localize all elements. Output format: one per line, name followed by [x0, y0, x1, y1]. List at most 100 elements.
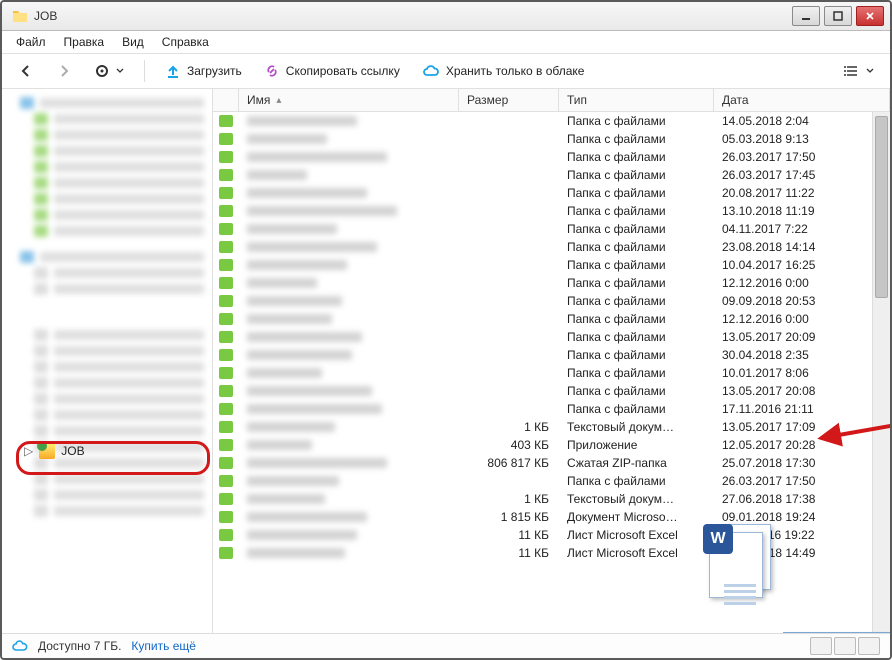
sync-status-icon: [219, 115, 233, 127]
file-type: Папка с файлами: [559, 348, 714, 362]
sync-status-icon: [219, 187, 233, 199]
file-row[interactable]: 11 КБЛист Microsoft Excel16.11.2016 19:2…: [213, 526, 890, 544]
cloud-only-button[interactable]: Хранить только в облаке: [414, 60, 593, 82]
file-row[interactable]: Папка с файлами13.05.2017 20:09: [213, 328, 890, 346]
sync-status-icon: [219, 457, 233, 469]
menu-edit[interactable]: Правка: [56, 33, 113, 51]
file-name-redacted: [247, 170, 307, 180]
file-name-redacted: [247, 548, 345, 558]
minimize-button[interactable]: [792, 6, 820, 26]
file-date: 27.06.2018 17:38: [714, 492, 890, 506]
file-name-redacted: [247, 494, 325, 504]
file-list[interactable]: Папка с файлами14.05.2018 2:04Папка с фа…: [213, 112, 890, 633]
close-button[interactable]: [856, 6, 884, 26]
file-row[interactable]: Папка с файлами13.10.2018 11:19: [213, 202, 890, 220]
sidebar-item-job[interactable]: ▷ JOB: [24, 443, 85, 459]
file-row[interactable]: Папка с файлами10.04.2017 16:25: [213, 256, 890, 274]
file-type: Папка с файлами: [559, 114, 714, 128]
folder-icon: [12, 8, 28, 24]
file-name-redacted: [247, 368, 322, 378]
file-row[interactable]: Папка с файлами20.08.2017 11:22: [213, 184, 890, 202]
window-title: JOB: [34, 9, 792, 23]
vertical-scrollbar[interactable]: [872, 112, 890, 633]
expand-arrow-icon[interactable]: ▷: [24, 444, 33, 458]
file-date: 23.08.2018 14:14: [714, 240, 890, 254]
file-type: Папка с файлами: [559, 330, 714, 344]
file-row[interactable]: Папка с файлами14.05.2018 2:04: [213, 112, 890, 130]
file-row[interactable]: Папка с файлами23.08.2018 14:14: [213, 238, 890, 256]
file-type: Папка с файлами: [559, 168, 714, 182]
explorer-window: JOB Файл Правка Вид Справка Загрузить Ск…: [0, 0, 892, 660]
file-date: 05.03.2018 9:13: [714, 132, 890, 146]
file-row[interactable]: Папка с файлами09.09.2018 20:53: [213, 292, 890, 310]
file-row[interactable]: Папка с файлами17.11.2016 21:11: [213, 400, 890, 418]
column-header-type[interactable]: Тип: [559, 89, 714, 111]
settings-button[interactable]: [86, 60, 132, 82]
view-icons-button[interactable]: [858, 637, 880, 655]
file-type: Папка с файлами: [559, 474, 714, 488]
sync-status-icon: [219, 349, 233, 361]
view-mode-buttons: [810, 637, 880, 655]
sync-status-icon: [219, 385, 233, 397]
file-name-redacted: [247, 296, 342, 306]
file-row[interactable]: 806 817 КБСжатая ZIP-папка25.07.2018 17:…: [213, 454, 890, 472]
file-row[interactable]: Папка с файлами13.05.2017 20:08: [213, 382, 890, 400]
chevron-down-icon: [866, 67, 874, 75]
sidebar-tree[interactable]: ▷ JOB: [2, 89, 213, 633]
scrollbar-thumb[interactable]: [875, 116, 888, 298]
file-row[interactable]: 1 815 КБДокумент Microso…09.01.2018 19:2…: [213, 508, 890, 526]
column-header-icon[interactable]: [213, 89, 239, 111]
sync-status-icon: [219, 403, 233, 415]
nav-back-button[interactable]: [10, 60, 42, 82]
menu-view[interactable]: Вид: [114, 33, 152, 51]
sort-ascending-icon: ▴: [276, 95, 281, 106]
cloud-folder-icon: [39, 443, 55, 459]
nav-forward-button[interactable]: [48, 60, 80, 82]
file-date: 09.09.2018 20:53: [714, 294, 890, 308]
file-row[interactable]: 11 КБЛист Microsoft Excel17.05.2018 14:4…: [213, 544, 890, 562]
view-list-button[interactable]: [834, 637, 856, 655]
gear-icon: [94, 63, 110, 79]
buy-more-link[interactable]: Купить ещё: [131, 639, 196, 653]
file-type: Лист Microsoft Excel: [559, 528, 714, 542]
file-row[interactable]: Папка с файлами30.04.2018 2:35: [213, 346, 890, 364]
copy-link-button[interactable]: Скопировать ссылку: [256, 60, 408, 82]
view-options-button[interactable]: [836, 60, 882, 82]
file-date: 12.12.2016 0:00: [714, 276, 890, 290]
sync-status-icon: [219, 439, 233, 451]
file-row[interactable]: Папка с файлами26.03.2017 17:45: [213, 166, 890, 184]
sync-status-icon: [219, 295, 233, 307]
link-icon: [264, 63, 280, 79]
file-date: 14.05.2018 2:04: [714, 114, 890, 128]
file-row[interactable]: Папка с файлами26.03.2017 17:50: [213, 148, 890, 166]
maximize-button[interactable]: [824, 6, 852, 26]
file-name-redacted: [247, 278, 317, 288]
file-row[interactable]: 1 КБТекстовый докум…13.05.2017 17:09: [213, 418, 890, 436]
file-row[interactable]: Папка с файлами05.03.2018 9:13: [213, 130, 890, 148]
file-row[interactable]: Папка с файлами12.12.2016 0:00: [213, 274, 890, 292]
column-header-size[interactable]: Размер: [459, 89, 559, 111]
file-date: 09.01.2018 19:24: [714, 510, 890, 524]
file-name-redacted: [247, 350, 352, 360]
menu-help[interactable]: Справка: [154, 33, 217, 51]
view-details-button[interactable]: [810, 637, 832, 655]
file-row[interactable]: 1 КБТекстовый докум…27.06.2018 17:38: [213, 490, 890, 508]
cloud-status-icon: [12, 639, 28, 653]
sync-status-icon: [219, 547, 233, 559]
file-row[interactable]: Папка с файлами04.11.2017 7:22: [213, 220, 890, 238]
file-type: Папка с файлами: [559, 312, 714, 326]
file-type: Папка с файлами: [559, 150, 714, 164]
file-size: 11 КБ: [459, 528, 559, 542]
file-type: Папка с файлами: [559, 240, 714, 254]
sync-status-icon: [219, 259, 233, 271]
column-header-date[interactable]: Дата: [714, 89, 890, 111]
file-row[interactable]: Папка с файлами10.01.2017 8:06: [213, 364, 890, 382]
file-name-redacted: [247, 458, 387, 468]
menu-file[interactable]: Файл: [8, 33, 54, 51]
file-name-redacted: [247, 422, 335, 432]
file-row[interactable]: Папка с файлами26.03.2017 17:50: [213, 472, 890, 490]
upload-button[interactable]: Загрузить: [157, 60, 250, 82]
file-row[interactable]: Папка с файлами12.12.2016 0:00: [213, 310, 890, 328]
column-header-name[interactable]: Имя ▴: [239, 89, 459, 111]
file-row[interactable]: 403 КБПриложение12.05.2017 20:28: [213, 436, 890, 454]
